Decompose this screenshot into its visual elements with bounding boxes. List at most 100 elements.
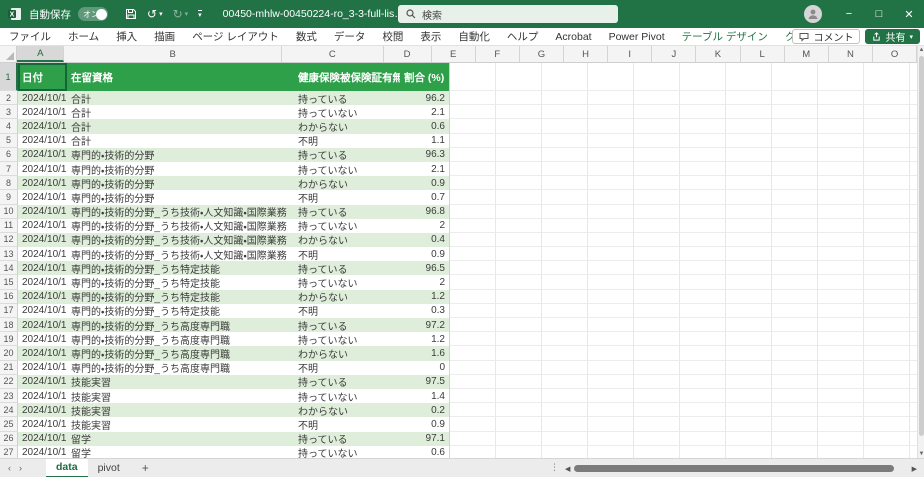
select-all-corner[interactable] (0, 46, 17, 62)
ribbon-tab-7[interactable]: データ (334, 29, 366, 44)
cell-D9-value[interactable]: 0.7 (400, 190, 450, 204)
cell-A15-date[interactable]: 2024/10/1 (18, 275, 67, 289)
row-header-25[interactable]: 25 (0, 417, 18, 431)
cell-C13-status[interactable]: 不明 (294, 247, 400, 261)
cell-A24-date[interactable]: 2024/10/1 (18, 403, 67, 417)
sheet-tab-data[interactable]: data (46, 459, 88, 477)
cell-B11-category[interactable]: 専門的・技術的分野_うち技術・人文知識・国際業務 (67, 219, 294, 233)
cell-B17-category[interactable]: 専門的・技術的分野_うち特定技能 (67, 304, 294, 318)
cell-B25-category[interactable]: 技能実習 (67, 417, 294, 431)
row-header-8[interactable]: 8 (0, 176, 18, 190)
scroll-up-icon[interactable]: ▲ (918, 47, 924, 53)
cell-A4-date[interactable]: 2024/10/1 (18, 119, 67, 133)
cell-B21-category[interactable]: 専門的・技術的分野_うち高度専門職 (67, 361, 294, 375)
cell-C1-insurance-card-header[interactable]: 健康保険被保険証有無 (294, 63, 400, 91)
empty-cells-row-5[interactable] (450, 134, 917, 148)
cell-C17-status[interactable]: 不明 (294, 304, 400, 318)
empty-cells-row-4[interactable] (450, 119, 917, 133)
empty-cells-row-21[interactable] (450, 361, 917, 375)
cell-C24-status[interactable]: わからない (294, 403, 400, 417)
empty-cells-row-25[interactable] (450, 417, 917, 431)
column-header-M[interactable]: M (785, 46, 829, 62)
column-header-I[interactable]: I (608, 46, 652, 62)
ribbon-tab-3[interactable]: 挿入 (116, 29, 137, 44)
cell-D15-value[interactable]: 2 (400, 275, 450, 289)
cell-D8-value[interactable]: 0.9 (400, 176, 450, 190)
cell-A16-date[interactable]: 2024/10/1 (18, 290, 67, 304)
empty-cells-row-2[interactable] (450, 91, 917, 105)
cell-B2-category[interactable]: 合計 (67, 91, 294, 105)
row-header-3[interactable]: 3 (0, 105, 18, 119)
empty-cells-row-17[interactable] (450, 304, 917, 318)
row-header-23[interactable]: 23 (0, 389, 18, 403)
cell-B1-residence-status-header[interactable]: 在留資格 (67, 63, 294, 91)
cell-A5-date[interactable]: 2024/10/1 (18, 134, 67, 148)
cell-D13-value[interactable]: 0.9 (400, 247, 450, 261)
row-header-2[interactable]: 2 (0, 91, 18, 105)
row-header-15[interactable]: 15 (0, 275, 18, 289)
scroll-right-icon[interactable]: ▶ (912, 465, 917, 473)
column-header-E[interactable]: E (432, 46, 476, 62)
cell-A23-date[interactable]: 2024/10/1 (18, 389, 67, 403)
empty-cells-row-7[interactable] (450, 162, 917, 176)
ribbon-tab-1[interactable]: ファイル (9, 29, 51, 44)
cell-C9-status[interactable]: 不明 (294, 190, 400, 204)
cell-D27-value[interactable]: 0.6 (400, 446, 450, 458)
cell-A25-date[interactable]: 2024/10/1 (18, 417, 67, 431)
cell-C21-status[interactable]: 不明 (294, 361, 400, 375)
cell-B7-category[interactable]: 専門的・技術的分野 (67, 162, 294, 176)
cell-C25-status[interactable]: 不明 (294, 417, 400, 431)
cell-A1-date-header[interactable]: 日付 (18, 63, 67, 91)
tabbar-overflow-dots-icon[interactable]: ⋮ (550, 462, 559, 473)
cell-B15-category[interactable]: 専門的・技術的分野_うち特定技能 (67, 275, 294, 289)
cell-D6-value[interactable]: 96.3 (400, 148, 450, 162)
save-icon[interactable] (125, 8, 137, 20)
cell-C4-status[interactable]: わからない (294, 119, 400, 133)
empty-cells-row-12[interactable] (450, 233, 917, 247)
empty-cells-row-20[interactable] (450, 346, 917, 360)
empty-cells-row-8[interactable] (450, 176, 917, 190)
column-header-O[interactable]: O (873, 46, 917, 62)
sheet-nav-prev-icon[interactable]: ‹ (8, 463, 11, 473)
row-header-12[interactable]: 12 (0, 233, 18, 247)
ribbon-tab-11[interactable]: ヘルプ (507, 29, 539, 44)
row-header-7[interactable]: 7 (0, 162, 18, 176)
row-header-20[interactable]: 20 (0, 346, 18, 360)
cell-C14-status[interactable]: 持っている (294, 261, 400, 275)
cell-C8-status[interactable]: わからない (294, 176, 400, 190)
comments-button[interactable]: コメント (792, 29, 860, 44)
cell-B8-category[interactable]: 専門的・技術的分野 (67, 176, 294, 190)
empty-cells-row-13[interactable] (450, 247, 917, 261)
cell-C6-status[interactable]: 持っている (294, 148, 400, 162)
vertical-scrollbar-thumb[interactable] (919, 56, 924, 436)
column-header-L[interactable]: L (741, 46, 785, 62)
empty-cells-row-24[interactable] (450, 403, 917, 417)
restore-button[interactable]: □ (864, 0, 894, 28)
empty-cells-row-27[interactable] (450, 446, 917, 458)
row-header-22[interactable]: 22 (0, 375, 18, 389)
cell-C26-status[interactable]: 持っている (294, 432, 400, 446)
column-header-G[interactable]: G (520, 46, 564, 62)
cell-D10-value[interactable]: 96.8 (400, 205, 450, 219)
sheet-tab-pivot[interactable]: pivot (88, 459, 130, 477)
ribbon-tab-6[interactable]: 数式 (296, 29, 317, 44)
cell-C10-status[interactable]: 持っている (294, 205, 400, 219)
cell-B10-category[interactable]: 専門的・技術的分野_うち技術・人文知識・国際業務 (67, 205, 294, 219)
cell-D11-value[interactable]: 2 (400, 219, 450, 233)
cell-D18-value[interactable]: 97.2 (400, 318, 450, 332)
cell-A10-date[interactable]: 2024/10/1 (18, 205, 67, 219)
cell-C23-status[interactable]: 持っていない (294, 389, 400, 403)
cell-C7-status[interactable]: 持っていない (294, 162, 400, 176)
cell-A9-date[interactable]: 2024/10/1 (18, 190, 67, 204)
close-button[interactable]: ✕ (894, 0, 924, 28)
cell-C3-status[interactable]: 持っていない (294, 105, 400, 119)
cell-C5-status[interactable]: 不明 (294, 134, 400, 148)
cell-A13-date[interactable]: 2024/10/1 (18, 247, 67, 261)
row-header-6[interactable]: 6 (0, 148, 18, 162)
cell-B16-category[interactable]: 専門的・技術的分野_うち特定技能 (67, 290, 294, 304)
cell-D4-value[interactable]: 0.6 (400, 119, 450, 133)
cell-D1-percentage-header[interactable]: 割合 (%) (400, 63, 450, 91)
cell-D25-value[interactable]: 0.9 (400, 417, 450, 431)
cell-B6-category[interactable]: 専門的・技術的分野 (67, 148, 294, 162)
cell-A18-date[interactable]: 2024/10/1 (18, 318, 67, 332)
